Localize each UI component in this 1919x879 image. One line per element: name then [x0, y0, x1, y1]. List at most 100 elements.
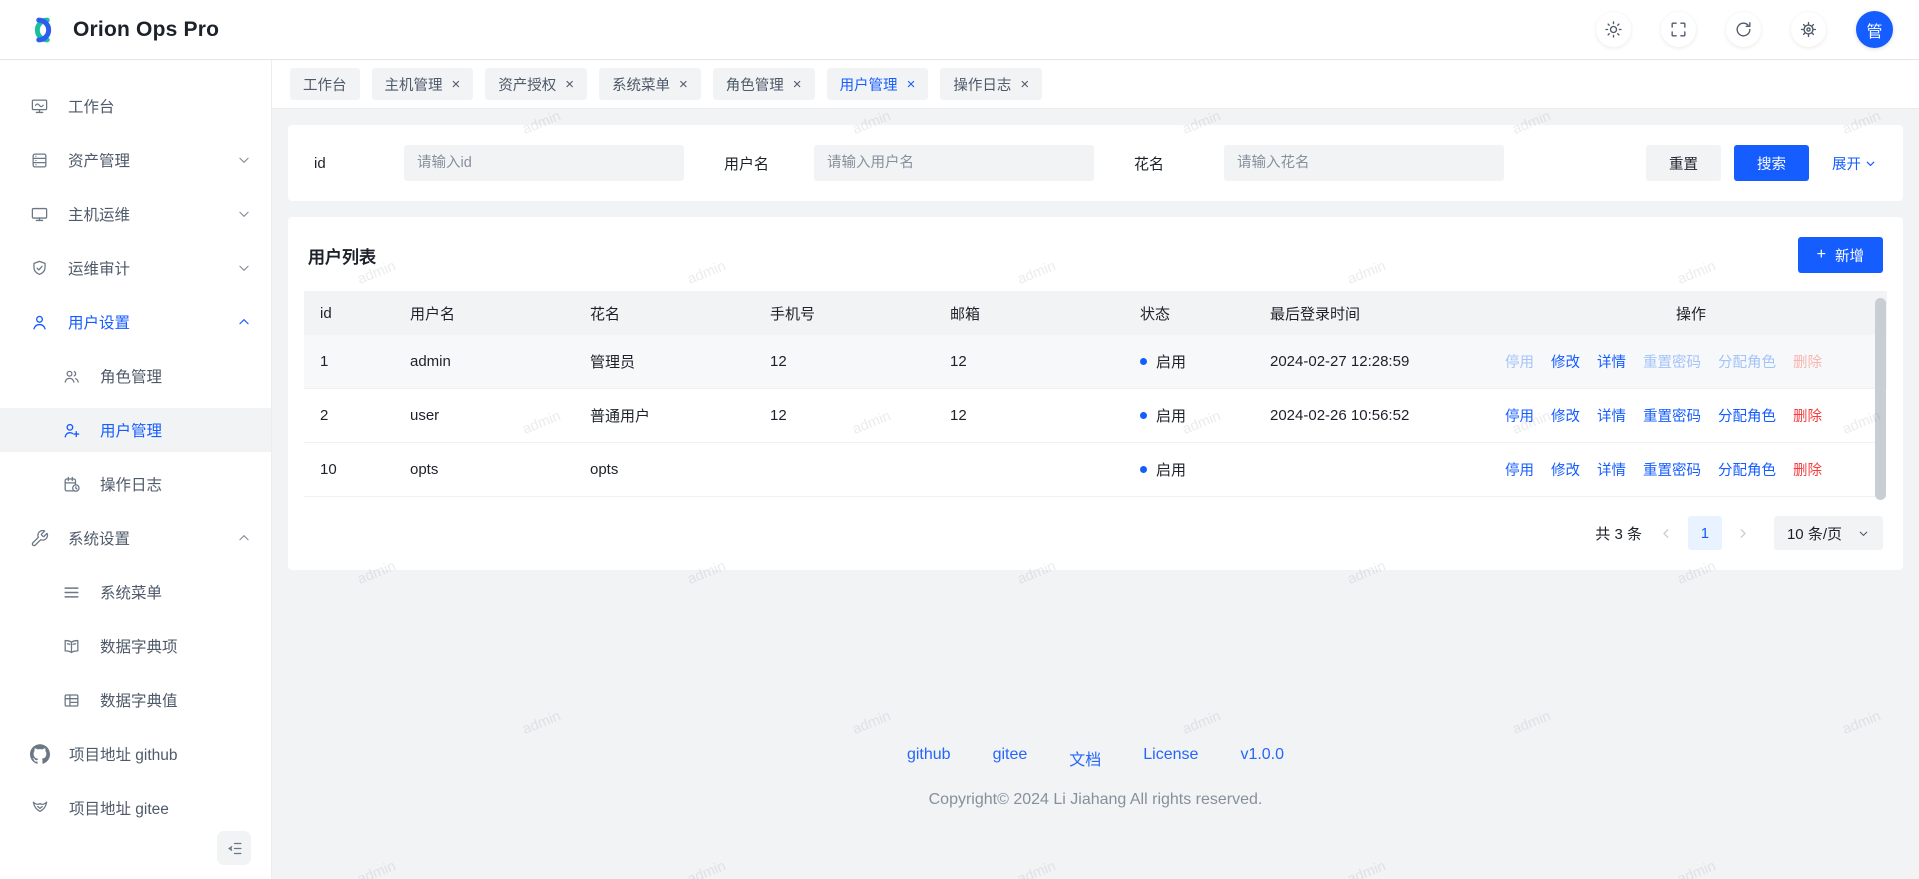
book-icon [62, 637, 81, 656]
sidebar-item-label: 运维审计 [68, 257, 130, 279]
search-button[interactable]: 搜索 [1734, 145, 1809, 181]
search-field-id: id [314, 145, 684, 181]
action-disable[interactable]: 停用 [1505, 405, 1534, 426]
shield-check-icon [30, 259, 49, 278]
tab-role-management[interactable]: 角色管理 × [713, 68, 815, 100]
close-icon[interactable]: × [907, 77, 916, 92]
footer-link-version[interactable]: v1.0.0 [1240, 746, 1284, 770]
copyright-text: Copyright© 2024 Li Jiahang All rights re… [288, 791, 1903, 809]
sidebar-item-ops-audit[interactable]: 运维审计 [0, 246, 271, 290]
close-icon[interactable]: × [679, 77, 688, 92]
fullscreen-button[interactable] [1661, 12, 1696, 47]
action-edit[interactable]: 修改 [1551, 351, 1580, 372]
footer-link-license[interactable]: License [1143, 746, 1198, 770]
sidebar-item-label: 角色管理 [100, 365, 162, 387]
action-detail[interactable]: 详情 [1597, 351, 1626, 372]
logo: Orion Ops Pro [26, 13, 219, 47]
settings-button[interactable] [1791, 12, 1826, 47]
sidebar-item-host-ops[interactable]: 主机运维 [0, 192, 271, 236]
plus-icon: + [1817, 247, 1826, 263]
action-reset-password[interactable]: 重置密码 [1643, 405, 1701, 426]
action-assign-role[interactable]: 分配角色 [1718, 459, 1776, 480]
search-actions: 重置 搜索 展开 [1646, 145, 1877, 181]
action-delete[interactable]: 删除 [1793, 405, 1822, 426]
sidebar-item-workbench[interactable]: 工作台 [0, 84, 271, 128]
table-row: 10 opts opts 启用 停用 修改 详情 [304, 443, 1887, 497]
action-delete[interactable]: 删除 [1793, 351, 1822, 372]
page-size-select[interactable]: 10 条/页 [1774, 516, 1883, 550]
close-icon[interactable]: × [452, 77, 461, 92]
avatar[interactable]: 管 [1856, 11, 1893, 48]
tab-host-management[interactable]: 主机管理 × [372, 68, 474, 100]
close-icon[interactable]: × [1020, 77, 1029, 92]
column-header-nickname: 花名 [580, 303, 760, 324]
sidebar-item-label: 系统设置 [68, 527, 130, 549]
action-assign-role[interactable]: 分配角色 [1718, 351, 1776, 372]
sidebar-item-dict-values[interactable]: 数据字典值 [0, 678, 271, 722]
footer-link-gitee[interactable]: gitee [993, 746, 1028, 770]
sidebar-item-system-settings[interactable]: 系统设置 [0, 516, 271, 560]
status-dot-icon [1140, 412, 1147, 419]
tab-asset-authorization[interactable]: 资产授权 × [485, 68, 587, 100]
sidebar-item-user-settings[interactable]: 用户设置 [0, 300, 271, 344]
sidebar-item-label: 用户管理 [100, 419, 162, 441]
add-user-button[interactable]: + 新增 [1798, 237, 1883, 273]
status-badge: 启用 [1130, 405, 1260, 426]
action-disable[interactable]: 停用 [1505, 459, 1534, 480]
action-edit[interactable]: 修改 [1551, 459, 1580, 480]
sidebar-item-label: 数据字典值 [100, 689, 178, 711]
next-page-button[interactable] [1732, 526, 1754, 541]
tab-operation-log[interactable]: 操作日志 × [940, 68, 1042, 100]
action-reset-password[interactable]: 重置密码 [1643, 351, 1701, 372]
action-assign-role[interactable]: 分配角色 [1718, 405, 1776, 426]
prev-page-button[interactable] [1656, 526, 1678, 541]
sidebar-item-dict-items[interactable]: 数据字典项 [0, 624, 271, 668]
page-number-1[interactable]: 1 [1688, 516, 1722, 550]
refresh-button[interactable] [1726, 12, 1761, 47]
sidebar-item-operation-log[interactable]: 操作日志 [0, 462, 271, 506]
reset-button[interactable]: 重置 [1646, 145, 1721, 181]
theme-toggle-button[interactable] [1596, 12, 1631, 47]
sidebar-item-user-management[interactable]: 用户管理 [0, 408, 271, 452]
column-header-status: 状态 [1130, 303, 1260, 324]
sidebar-item-github-link[interactable]: 项目地址 github [0, 732, 271, 776]
sidebar-item-label: 系统菜单 [100, 581, 162, 603]
tab-workbench[interactable]: 工作台 [290, 68, 360, 100]
sidebar: 工作台 资产管理 主机运维 [0, 60, 272, 879]
menu-lines-icon [62, 583, 81, 602]
tab-strip: 工作台 主机管理 × 资产授权 × 系统菜单 × 角色管理 × 用户管理 × [272, 60, 1919, 109]
action-edit[interactable]: 修改 [1551, 405, 1580, 426]
sidebar-item-system-menu[interactable]: 系统菜单 [0, 570, 271, 614]
footer-link-docs[interactable]: 文档 [1069, 746, 1101, 770]
nickname-input[interactable] [1224, 145, 1504, 181]
sidebar-item-role-management[interactable]: 角色管理 [0, 354, 271, 398]
close-icon[interactable]: × [565, 77, 574, 92]
pagination: 共 3 条 1 10 条/页 [304, 497, 1887, 556]
action-disable[interactable]: 停用 [1505, 351, 1534, 372]
action-reset-password[interactable]: 重置密码 [1643, 459, 1701, 480]
chevron-right-icon [1735, 526, 1750, 541]
expand-toggle[interactable]: 展开 [1832, 153, 1877, 174]
collapse-sidebar-button[interactable] [217, 831, 251, 865]
footer-link-github[interactable]: github [907, 746, 951, 770]
action-delete[interactable]: 删除 [1793, 459, 1822, 480]
chevron-down-icon [1864, 157, 1877, 170]
close-icon[interactable]: × [793, 77, 802, 92]
app-header: Orion Ops Pro [0, 0, 1919, 60]
table-scrollbar[interactable] [1875, 298, 1886, 500]
action-detail[interactable]: 详情 [1597, 405, 1626, 426]
row-actions: 停用 修改 详情 重置密码 分配角色 删除 [1495, 405, 1887, 426]
sidebar-item-label: 用户设置 [68, 311, 130, 333]
username-input[interactable] [814, 145, 1094, 181]
sidebar-item-label: 主机运维 [68, 203, 130, 225]
sidebar-item-gitee-link[interactable]: 项目地址 gitee [0, 786, 271, 830]
id-input[interactable] [404, 145, 684, 181]
sidebar-item-asset-management[interactable]: 资产管理 [0, 138, 271, 182]
action-detail[interactable]: 详情 [1597, 459, 1626, 480]
tab-system-menu[interactable]: 系统菜单 × [599, 68, 701, 100]
field-label-nickname: 花名 [1134, 153, 1224, 174]
refresh-icon [1734, 20, 1753, 39]
sidebar-item-label: 数据字典项 [100, 635, 178, 657]
tab-user-management[interactable]: 用户管理 × [827, 68, 929, 100]
footer-links: github gitee 文档 License v1.0.0 [288, 746, 1903, 770]
